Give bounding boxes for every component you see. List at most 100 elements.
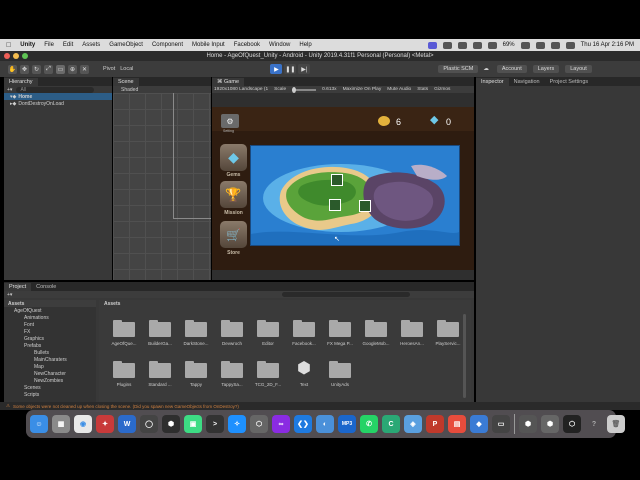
wifi-icon[interactable] (535, 41, 545, 49)
menu-component[interactable]: Component (152, 42, 183, 48)
gems-button[interactable]: ◆ (220, 144, 247, 171)
map-marker-1[interactable] (331, 174, 343, 186)
zoom-window-icon[interactable] (22, 53, 28, 59)
account-dropdown[interactable]: Account (496, 65, 527, 73)
unity-icon[interactable]: ⬡ (250, 415, 268, 433)
tree-item[interactable]: Assets (4, 300, 96, 307)
resolution-dropdown[interactable]: 1920x1080 Landscape (1 (214, 87, 268, 92)
extension-icon-2[interactable] (457, 41, 467, 49)
layout-dropdown[interactable]: Layout (565, 65, 592, 73)
pause-button-icon[interactable]: ❚❚ (284, 64, 297, 74)
sheets-app-icon[interactable]: C (382, 415, 400, 433)
mp3-app-icon[interactable]: MP3 (338, 415, 356, 433)
browser-icon[interactable]: ◐ (316, 415, 334, 433)
tree-item[interactable]: NewZombies (4, 377, 96, 384)
mute-audio-toggle[interactable]: Mute Audio (387, 87, 411, 92)
drive-icon[interactable] (472, 41, 482, 49)
setting-gear-icon[interactable]: ⚙ (221, 114, 239, 128)
tree-item[interactable]: NewCharacter (4, 370, 96, 377)
tree-item[interactable]: MainCharaters (4, 356, 96, 363)
menu-assets[interactable]: Assets (82, 42, 100, 48)
menu-edit[interactable]: Edit (63, 42, 73, 48)
tab-project-settings[interactable]: Project Settings (545, 78, 594, 86)
breadcrumb[interactable]: Assets (104, 301, 120, 307)
folder-icon[interactable] (257, 361, 279, 378)
project-search-input[interactable] (282, 292, 411, 297)
step-button-icon[interactable]: ▶| (298, 64, 311, 74)
chrome-icon[interactable]: ◉ (74, 415, 92, 433)
control-center-icon[interactable] (565, 41, 575, 49)
world-map[interactable] (250, 145, 460, 246)
menu-mobile-input[interactable]: Mobile Input (192, 42, 225, 48)
search-icon[interactable] (550, 41, 560, 49)
hierarchy-search-input[interactable]: All (16, 86, 95, 93)
menu-file[interactable]: File (44, 42, 54, 48)
scale-slider[interactable] (292, 86, 317, 93)
menu-gameobject[interactable]: GameObject (109, 42, 143, 48)
app-icon-blue-2[interactable]: ◆ (470, 415, 488, 433)
tree-item[interactable]: Font (4, 321, 96, 328)
store-button[interactable]: 🛒 (220, 221, 247, 248)
tree-item[interactable]: Map (4, 363, 96, 370)
clock[interactable]: Thu 16 Apr 2:16 PM (581, 42, 634, 48)
terminal-icon[interactable]: > (206, 415, 224, 433)
folder-icon[interactable] (113, 320, 135, 337)
unity-logo-icon[interactable]: ⬢ (293, 359, 315, 379)
apple-icon[interactable]:  (6, 42, 11, 49)
move-tool-icon[interactable]: ✥ (20, 64, 29, 74)
stats-toggle[interactable]: Stats (417, 87, 428, 92)
help-icon[interactable]: ? (585, 415, 603, 433)
tree-item[interactable]: Scenes (4, 384, 96, 391)
launchpad-icon[interactable]: ▦ (52, 415, 70, 433)
safari-icon[interactable]: ✧ (228, 415, 246, 433)
menu-window[interactable]: Window (269, 42, 290, 48)
tree-item[interactable]: FX (4, 328, 96, 335)
play-button-icon[interactable]: ▶ (270, 64, 283, 74)
extension-icon[interactable] (442, 41, 452, 49)
tab-hierarchy[interactable]: Hierarchy (4, 78, 38, 86)
unity-window-icon[interactable]: ⬢ (519, 415, 537, 433)
scene-grid[interactable] (113, 93, 211, 280)
tree-item[interactable]: Bullets (4, 349, 96, 356)
plastic-scm-button[interactable]: Plastic SCM (438, 65, 479, 73)
assets-scrollbar[interactable] (463, 314, 466, 398)
pdf-app-icon[interactable]: P (426, 415, 444, 433)
map-marker-3[interactable] (359, 200, 371, 212)
mission-button[interactable]: 🏆 (220, 181, 247, 208)
local-toggle[interactable]: Local (120, 66, 133, 72)
close-window-icon[interactable] (4, 53, 10, 59)
status-bar[interactable]: ⚠ Some objects were not cleaned up when … (0, 402, 640, 410)
folder-icon[interactable] (257, 320, 279, 337)
folder-icon[interactable] (185, 361, 207, 378)
git-client-icon[interactable]: ✦ (96, 415, 114, 433)
rect-tool-icon[interactable]: ▭ (56, 64, 65, 74)
app-icon-dark[interactable]: ◯ (140, 415, 158, 433)
battery-icon[interactable] (520, 41, 530, 49)
word-icon[interactable]: W (118, 415, 136, 433)
menu-help[interactable]: Help (299, 42, 311, 48)
folder-icon[interactable] (365, 320, 387, 337)
bluetooth-icon[interactable] (487, 41, 497, 49)
tab-project[interactable]: Project (4, 283, 32, 291)
tree-item[interactable]: Graphics (4, 335, 96, 342)
folder-icon[interactable] (329, 361, 351, 378)
tab-scene[interactable]: Scene (113, 78, 139, 86)
folder-icon[interactable] (401, 320, 423, 337)
folder-icon[interactable] (149, 320, 171, 337)
app-icon-blue[interactable]: ◈ (404, 415, 422, 433)
tree-item[interactable]: Animations (4, 314, 96, 321)
hierarchy-row-home[interactable]: ▾◆ Home (4, 93, 112, 100)
tab-console[interactable]: Console (31, 283, 61, 291)
cloud-icon[interactable]: ☁ (483, 66, 489, 72)
whatsapp-icon[interactable]: ✆ (360, 415, 378, 433)
unity-window-icon-3[interactable]: ⬡ (563, 415, 581, 433)
tree-item[interactable]: AgeOfQuest (4, 307, 96, 314)
folder-icon[interactable] (221, 320, 243, 337)
trash-icon[interactable]: 🗑 (607, 415, 625, 433)
folder-icon[interactable] (185, 320, 207, 337)
folder-icon[interactable] (293, 320, 315, 337)
tab-navigation[interactable]: Navigation (509, 78, 545, 86)
hand-tool-icon[interactable]: ✋ (8, 64, 17, 74)
tab-game[interactable]: ⌘ Game (212, 78, 245, 86)
shading-dropdown[interactable]: Shaded (121, 87, 138, 93)
